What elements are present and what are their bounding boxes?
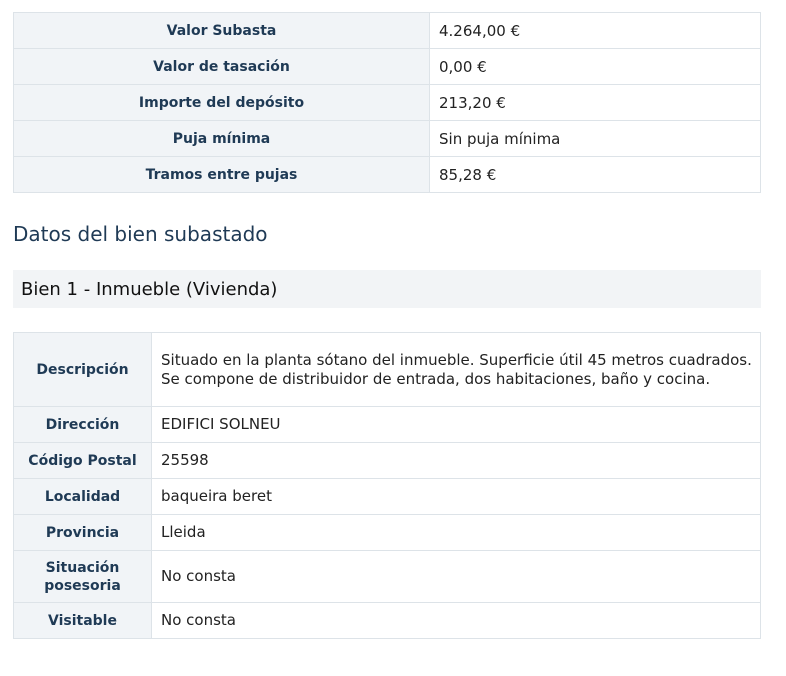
row-label-situacion-posesoria: Situación posesoria bbox=[13, 550, 152, 603]
row-value-tramos-pujas: 85,28 € bbox=[429, 156, 761, 193]
table-row: Valor Subasta 4.264,00 € bbox=[13, 12, 761, 49]
row-label-visitable: Visitable bbox=[13, 602, 152, 639]
row-value-importe-deposito: 213,20 € bbox=[429, 84, 761, 121]
row-value-puja-minima: Sin puja mínima bbox=[429, 120, 761, 157]
row-value-localidad: baqueira beret bbox=[151, 478, 761, 515]
row-value-descripcion: Situado en la planta sótano del inmueble… bbox=[151, 332, 761, 407]
table-row: Dirección EDIFICI SOLNEU bbox=[13, 406, 761, 443]
table-row: Código Postal 25598 bbox=[13, 442, 761, 479]
table-row: Localidad baqueira beret bbox=[13, 478, 761, 515]
row-label-valor-tasacion: Valor de tasación bbox=[13, 48, 430, 85]
row-label-puja-minima: Puja mínima bbox=[13, 120, 430, 157]
table-row: Tramos entre pujas 85,28 € bbox=[13, 156, 761, 193]
table-row: Descripción Situado en la planta sótano … bbox=[13, 332, 761, 407]
row-label-localidad: Localidad bbox=[13, 478, 152, 515]
row-value-valor-tasacion: 0,00 € bbox=[429, 48, 761, 85]
row-value-codigo-postal: 25598 bbox=[151, 442, 761, 479]
row-value-direccion: EDIFICI SOLNEU bbox=[151, 406, 761, 443]
table-row: Importe del depósito 213,20 € bbox=[13, 84, 761, 121]
row-label-codigo-postal: Código Postal bbox=[13, 442, 152, 479]
row-value-situacion-posesoria: No consta bbox=[151, 550, 761, 603]
table-row: Visitable No consta bbox=[13, 602, 761, 639]
row-label-provincia: Provincia bbox=[13, 514, 152, 551]
row-label-tramos-pujas: Tramos entre pujas bbox=[13, 156, 430, 193]
table-row: Situación posesoria No consta bbox=[13, 550, 761, 603]
row-value-valor-subasta: 4.264,00 € bbox=[429, 12, 761, 49]
row-value-provincia: Lleida bbox=[151, 514, 761, 551]
table-row: Provincia Lleida bbox=[13, 514, 761, 551]
auction-summary-table: Valor Subasta 4.264,00 € Valor de tasaci… bbox=[13, 12, 761, 193]
row-label-importe-deposito: Importe del depósito bbox=[13, 84, 430, 121]
property-details-table: Descripción Situado en la planta sótano … bbox=[13, 332, 761, 639]
row-label-descripcion: Descripción bbox=[13, 332, 152, 407]
table-row: Valor de tasación 0,00 € bbox=[13, 48, 761, 85]
section-title: Datos del bien subastado bbox=[13, 222, 268, 246]
table-row: Puja mínima Sin puja mínima bbox=[13, 120, 761, 157]
item-header: Bien 1 - Inmueble (Vivienda) bbox=[13, 270, 761, 308]
row-label-direccion: Dirección bbox=[13, 406, 152, 443]
row-value-visitable: No consta bbox=[151, 602, 761, 639]
row-label-valor-subasta: Valor Subasta bbox=[13, 12, 430, 49]
